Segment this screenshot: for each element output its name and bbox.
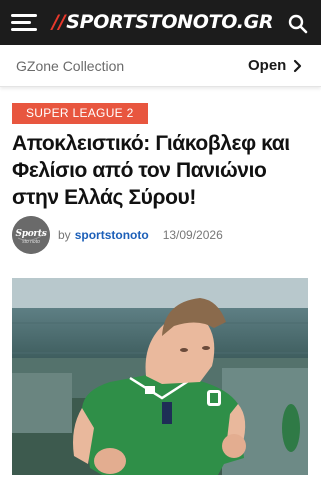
article-title: Αποκλειστικό: Γιάκοβλεφ και Φελίσιο από … (12, 132, 290, 209)
article-byline: by sportstonoto 13/09/2026 (58, 228, 223, 242)
article-photo[interactable] (12, 278, 308, 475)
author-link[interactable]: sportstonoto (75, 228, 149, 242)
logo-slashes: // (52, 11, 66, 33)
logo-text: SPORTSTONOTO.GR (66, 11, 274, 33)
category-badge[interactable]: SUPER LEAGUE 2 (12, 103, 148, 124)
promo-open-button[interactable]: Open (248, 57, 302, 74)
author-avatar[interactable]: Sports sto noto (12, 216, 50, 254)
promo-label: GZone Collection (16, 58, 125, 74)
publish-date: 13/09/2026 (162, 228, 223, 242)
hamburger-menu-icon[interactable] (11, 14, 37, 32)
promo-banner: GZone Collection Open (0, 45, 321, 87)
chevron-right-icon (294, 59, 302, 72)
top-navigation-bar: // SPORTSTONOTO.GR (0, 0, 321, 45)
byline-prefix: by (58, 228, 71, 242)
site-logo[interactable]: // SPORTSTONOTO.GR (52, 7, 274, 37)
search-icon[interactable] (288, 14, 308, 34)
avatar-logo-subtext: sto noto (22, 239, 40, 245)
avatar-logo-text: Sports (15, 229, 47, 239)
promo-open-label: Open (248, 57, 287, 74)
